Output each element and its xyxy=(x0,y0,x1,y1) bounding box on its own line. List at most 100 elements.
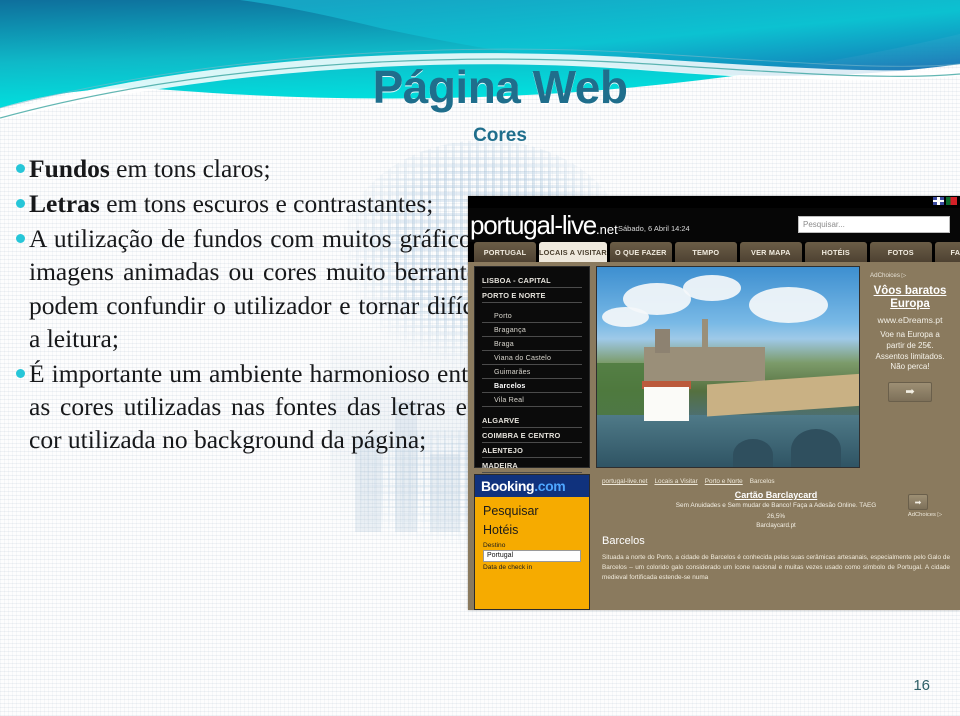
nav-tab-tempo[interactable]: TEMPO xyxy=(674,242,737,262)
menu-item-coimbra-e-centro[interactable]: COIMBRA E CENTRO xyxy=(482,428,582,443)
ad-url[interactable]: www.eDreams.pt xyxy=(870,315,950,325)
bullet-dot-icon xyxy=(16,164,25,173)
breadcrumb-item-home[interactable]: portugal-live.net xyxy=(602,478,647,485)
bullet-dot-icon xyxy=(16,199,25,209)
bullet-rest-text: em tons escuros e contrastantes; xyxy=(99,189,434,219)
list-item: Letras em tons escuros e contrastantes; xyxy=(12,187,488,220)
booking-heading-line2: Hotéis xyxy=(483,523,519,537)
slide-subtitle-text: Cores xyxy=(473,125,527,146)
sidebar-advertisement: AdChoices ▷ Vôos baratos Europa www.eDre… xyxy=(864,266,956,468)
breadcrumb-item-barcelos: Barcelos xyxy=(749,478,775,485)
menu-item-braga[interactable]: Braga xyxy=(482,337,582,351)
menu-item-porto-e-norte[interactable]: PORTO E NORTE xyxy=(482,288,582,303)
nav-tab-hoteis[interactable]: HOTÉIS xyxy=(804,242,867,262)
article-paragraph: Situada a norte do Porto, a cidade de Ba… xyxy=(602,554,950,582)
arrow-right-icon[interactable]: ➡ xyxy=(888,381,932,402)
booking-heading-line1: Pesquisar xyxy=(483,504,539,518)
ad-title-line1: Vôos baratos xyxy=(873,285,947,297)
nav-tab-fotos[interactable]: FOTOS xyxy=(869,242,932,262)
list-item: É importante um ambiente harmonioso entr… xyxy=(12,357,488,456)
banner-ad-url[interactable]: Barclaycard.pt xyxy=(602,522,950,529)
site-body: LISBOA - CAPITAL PORTO E NORTE Porto Bra… xyxy=(468,262,960,610)
nav-tab-factos[interactable]: FACTOS xyxy=(934,242,960,262)
bullet-list: Fundos em tons claros; Letras em tons es… xyxy=(12,152,488,458)
nav-tab-ver-mapa[interactable]: VER MAPA xyxy=(739,242,802,262)
site-navigation: PORTUGAL LOCAIS A VISITAR O QUE FAZER TE… xyxy=(468,242,960,262)
nav-tab-o-que-fazer[interactable]: O QUE FAZER xyxy=(609,242,672,262)
bridge-arch xyxy=(733,439,773,467)
portugal-flag-icon[interactable] xyxy=(946,197,957,205)
menu-item-barcelos[interactable]: Barcelos xyxy=(482,379,582,393)
adchoices-label[interactable]: AdChoices ▷ xyxy=(870,272,950,279)
bridge-arch xyxy=(790,429,841,467)
site-logo[interactable]: portugal-live.net xyxy=(470,210,618,241)
banner-ad-title[interactable]: Cartão Barclaycard xyxy=(602,490,950,500)
browser-topbar xyxy=(468,196,960,208)
arrow-right-icon[interactable]: ➡ xyxy=(908,494,928,510)
castle-chimney xyxy=(701,319,708,353)
building-bar xyxy=(430,454,460,532)
search-placeholder: Pesquisar... xyxy=(803,220,845,229)
destination-label: Destino xyxy=(483,542,506,549)
ad-title-line2: Europa xyxy=(890,298,930,311)
bullet-rest-text: em tons claros; xyxy=(109,154,271,183)
banner-ad-copy-line2: 26,5% xyxy=(766,512,786,520)
site-logo-name: portugal-live xyxy=(470,210,597,240)
booking-logo-tld: .com xyxy=(534,478,566,494)
bullet-text: A utilização de fundos com muitos gráfic… xyxy=(29,224,488,353)
nav-tab-locais-a-visitar[interactable]: LOCAIS A VISITAR xyxy=(539,242,607,262)
site-header: portugal-live.net Sábado, 6 Abril 14:24 … xyxy=(468,208,960,242)
banner-adchoices-label[interactable]: AdChoices ▷ xyxy=(908,512,942,518)
hero-photo xyxy=(596,266,860,468)
slide-title-text: Página Web xyxy=(372,61,628,113)
list-item: Fundos em tons claros; xyxy=(12,152,488,185)
language-flags[interactable] xyxy=(933,197,957,205)
checkin-label: Data de check in xyxy=(483,564,533,571)
slide-title: Página Web xyxy=(0,60,960,114)
slide-number: 16 xyxy=(913,677,930,694)
bullet-dot-icon xyxy=(16,234,25,244)
presentation-slide: Página Web Cores Fundos em tons claros; … xyxy=(0,0,960,716)
list-item: A utilização de fundos com muitos gráfic… xyxy=(12,222,488,355)
menu-item-algarve[interactable]: ALGARVE xyxy=(482,413,582,428)
nav-tab-portugal[interactable]: PORTUGAL xyxy=(474,242,536,262)
site-date: Sábado, 6 Abril 14:24 xyxy=(618,224,690,233)
cloud-shape xyxy=(602,307,650,327)
destination-input[interactable]: Portugal xyxy=(483,550,581,562)
breadcrumb-item-locais[interactable]: Locais a Visitar xyxy=(654,478,697,485)
bullet-dot-icon xyxy=(16,368,25,378)
booking-logo-main: Booking xyxy=(481,478,535,494)
ad-title[interactable]: Vôos baratos Europa xyxy=(870,285,950,311)
cloud-shape xyxy=(683,275,742,301)
embedded-website-screenshot: portugal-live.net Sábado, 6 Abril 14:24 … xyxy=(468,196,960,610)
menu-item-vila-real[interactable]: Vila Real xyxy=(482,393,582,407)
banner-ad-copy-line1: Sem Anuidades e Sem mudar de Banco! Faça… xyxy=(675,502,877,509)
menu-item-viana-do-castelo[interactable]: Viana do Castelo xyxy=(482,351,582,365)
bullet-lead-word: Letras xyxy=(29,189,100,219)
site-logo-tld: .net xyxy=(596,222,618,237)
menu-item-lisboa[interactable]: LISBOA - CAPITAL xyxy=(482,273,582,288)
region-menu-panel: LISBOA - CAPITAL PORTO E NORTE Porto Bra… xyxy=(474,266,590,488)
menu-item-alentejo[interactable]: ALENTEJO xyxy=(482,443,582,458)
uk-flag-icon[interactable] xyxy=(933,197,944,205)
booking-logo[interactable]: Booking .com xyxy=(475,475,589,497)
bullet-text: Letras em tons escuros e contrastantes; xyxy=(29,187,488,220)
breadcrumb: portugal-live.net Locais a Visitar Porto… xyxy=(602,478,950,485)
booking-form: Pesquisar Hotéis Destino Portugal Data d… xyxy=(475,497,589,577)
article-title: Barcelos xyxy=(602,535,645,548)
ad-copy: Voe na Europa a partir de 25€. Assentos … xyxy=(875,330,945,372)
menu-item-braganca[interactable]: Bragança xyxy=(482,323,582,337)
article-column: portugal-live.net Locais a Visitar Porto… xyxy=(596,474,956,610)
castle-tower xyxy=(654,329,671,353)
menu-item-guimaraes[interactable]: Guimarães xyxy=(482,365,582,379)
menu-item-madeira[interactable]: MADEIRA xyxy=(482,458,582,473)
bullet-text: É importante um ambiente harmonioso entr… xyxy=(29,358,488,455)
bullet-text: Fundos em tons claros; xyxy=(29,152,488,185)
menu-item-porto[interactable]: Porto xyxy=(482,309,582,323)
white-house xyxy=(644,387,689,421)
banner-advertisement: Cartão Barclaycard Sem Anuidades e Sem m… xyxy=(602,490,950,529)
search-input[interactable]: Pesquisar... xyxy=(798,216,950,233)
bullet-lead-word: Fundos xyxy=(29,154,110,183)
slide-subtitle: Cores xyxy=(0,125,960,147)
breadcrumb-item-porto-norte[interactable]: Porto e Norte xyxy=(705,478,743,485)
